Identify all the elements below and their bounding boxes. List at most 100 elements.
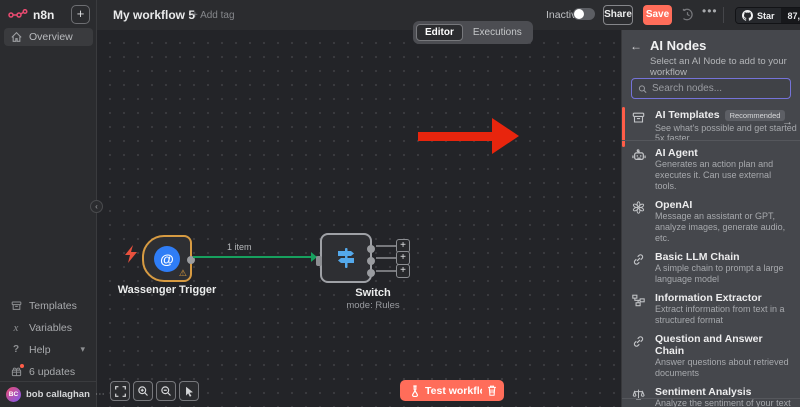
connector-stub: [376, 257, 398, 259]
node-search[interactable]: [631, 78, 791, 99]
item-description: Message an assistant or GPT, analyze ima…: [655, 211, 793, 244]
header-divider: [723, 7, 724, 23]
connection-line[interactable]: [193, 256, 317, 258]
sidebar: n8n + Overview Templates x Variables ? H…: [0, 0, 97, 407]
sidebar-item-label: Help: [29, 344, 51, 356]
github-icon: [742, 10, 753, 21]
more-options-icon[interactable]: •••: [702, 4, 718, 18]
sidebar-collapse-button[interactable]: ‹: [90, 200, 103, 213]
annotation-arrowhead: [492, 118, 519, 154]
item-description: Answer questions about retrieved documen…: [655, 357, 793, 379]
node-switch[interactable]: [320, 233, 372, 283]
input-connector: [316, 256, 322, 266]
sidebar-item-label: Overview: [29, 31, 73, 43]
add-node-button[interactable]: +: [396, 251, 410, 265]
node-item-openai[interactable]: OpenAI Message an assistant or GPT, anal…: [622, 195, 800, 247]
chain-icon: [632, 335, 645, 348]
delete-workflow-button[interactable]: [482, 380, 502, 401]
add-tag-button[interactable]: + Add tag: [192, 10, 235, 21]
sidebar-item-label: Templates: [29, 300, 77, 312]
gift-icon: [10, 366, 22, 377]
sidebar-item-overview[interactable]: Overview: [4, 28, 93, 46]
connection-label: 1 item: [227, 242, 252, 252]
question-icon: ?: [10, 344, 22, 355]
node-item-sentiment-analysis[interactable]: Sentiment Analysis Analyze the sentiment…: [622, 382, 800, 407]
zoom-in-button[interactable]: [133, 381, 153, 401]
divider: [622, 140, 800, 141]
github-star-button[interactable]: Star 87,557: [735, 7, 800, 24]
item-title: Question and Answer Chain: [655, 333, 793, 357]
tab-editor[interactable]: Editor: [416, 24, 463, 41]
ai-templates-item[interactable]: AI Templates Recommended See what's poss…: [622, 106, 800, 140]
panel-title: AI Nodes: [650, 38, 706, 53]
robot-icon: [632, 149, 646, 162]
wassenger-icon: @: [154, 246, 180, 272]
panel-subtitle: Select an AI Node to add to your workflo…: [650, 56, 795, 79]
connector-stub: [376, 270, 398, 272]
item-title: AI Agent: [655, 147, 793, 159]
workflow-title[interactable]: My workflow 5: [113, 8, 195, 22]
github-star-label: Star: [757, 11, 775, 21]
arrow-right-icon: →: [782, 116, 793, 128]
notification-dot: [20, 364, 24, 368]
tab-executions[interactable]: Executions: [465, 25, 530, 40]
zoom-out-button[interactable]: [156, 381, 176, 401]
warning-icon: ⚠: [179, 268, 187, 279]
sidebar-item-label: 6 updates: [29, 366, 75, 378]
scales-icon: [632, 388, 645, 401]
templates-icon: [632, 112, 645, 124]
chain-icon: [632, 253, 645, 266]
editor-tabbar: Editor Executions: [413, 21, 533, 44]
node-label: Wassenger Trigger: [97, 284, 237, 296]
sidebar-item-help[interactable]: ? Help ▾: [4, 340, 93, 359]
fit-view-button[interactable]: [110, 381, 130, 401]
switch-signpost-icon: [334, 246, 358, 270]
ai-nodes-panel: ← AI Nodes Select an AI Node to add to y…: [621, 30, 800, 407]
n8n-logo-icon: [8, 9, 28, 21]
trash-icon: [487, 385, 497, 396]
node-label: Switch: [323, 287, 423, 299]
connector-stub: [376, 245, 398, 247]
sidebar-item-templates[interactable]: Templates: [4, 296, 93, 315]
chevron-down-icon: ▾: [80, 344, 85, 355]
item-title: AI Templates: [655, 109, 720, 121]
variables-x-icon: x: [10, 322, 22, 334]
toggle-knob: [574, 9, 584, 19]
sidebar-item-updates[interactable]: 6 updates: [4, 362, 93, 381]
back-arrow-icon[interactable]: ←: [630, 39, 642, 53]
node-item-ai-agent[interactable]: AI Agent Generates an action plan and ex…: [622, 143, 800, 195]
user-options-icon[interactable]: ⋯: [95, 389, 105, 400]
node-item-basic-llm-chain[interactable]: Basic LLM Chain A simple chain to prompt…: [622, 247, 800, 288]
search-icon: [638, 84, 647, 94]
templates-box-icon: [10, 301, 22, 311]
history-icon[interactable]: [681, 8, 694, 21]
search-input[interactable]: [652, 83, 784, 94]
item-title: Basic LLM Chain: [655, 251, 793, 263]
save-button[interactable]: Save: [643, 5, 672, 25]
annotation-arrow: [418, 132, 494, 141]
node-wassenger-trigger[interactable]: @ ⚠: [142, 235, 192, 282]
node-item-question-answer-chain[interactable]: Question and Answer Chain Answer questio…: [622, 329, 800, 382]
share-button[interactable]: Share: [603, 5, 633, 25]
sidebar-item-label: Variables: [29, 322, 72, 334]
item-description: A simple chain to prompt a large languag…: [655, 263, 793, 285]
workflow-canvas[interactable]: @ ⚠ Wassenger Trigger 1 item Switch mode…: [97, 30, 621, 407]
sidebar-item-variables[interactable]: x Variables: [4, 318, 93, 337]
item-title: Information Extractor: [655, 292, 793, 304]
item-title: Sentiment Analysis: [655, 386, 793, 398]
node-item-information-extractor[interactable]: Information Extractor Extract informatio…: [622, 288, 800, 329]
new-workflow-button[interactable]: +: [71, 5, 90, 24]
cursor-tool-button[interactable]: [179, 381, 199, 401]
flask-icon: [410, 385, 420, 397]
user-menu[interactable]: BC bob callaghan ⋯: [0, 381, 97, 407]
add-node-button[interactable]: +: [396, 264, 410, 278]
output-connector[interactable]: [367, 257, 375, 265]
active-toggle[interactable]: [573, 8, 595, 20]
avatar: BC: [6, 387, 21, 402]
output-connector[interactable]: [367, 269, 375, 277]
item-description: Extract information from text in a struc…: [655, 304, 793, 326]
output-connector[interactable]: [367, 245, 375, 253]
home-icon: [10, 32, 22, 42]
item-title: OpenAI: [655, 199, 793, 211]
divider: [622, 398, 800, 399]
